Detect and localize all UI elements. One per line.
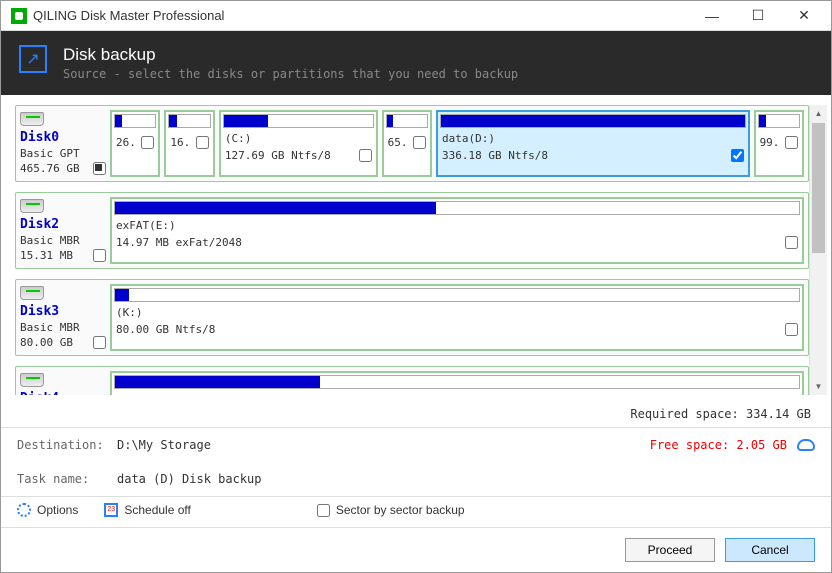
cloud-icon[interactable] — [797, 439, 815, 451]
partition-info: 99. — [760, 136, 780, 149]
partition-info: 16. — [170, 136, 190, 149]
task-name-row: Task name: data (D) Disk backup — [1, 462, 831, 496]
disk-name: Disk4 — [20, 391, 106, 395]
destination-row: Destination: D:\My Storage Free space: 2… — [1, 428, 831, 462]
partition[interactable]: 26. — [110, 110, 160, 177]
usage-bar — [758, 114, 800, 128]
partition[interactable]: 65. — [382, 110, 432, 177]
backup-icon: ↗ — [19, 45, 47, 73]
disk-icon — [20, 286, 44, 300]
required-value: 334.14 GB — [746, 407, 811, 421]
cancel-button[interactable]: Cancel — [725, 538, 815, 562]
destination-value[interactable]: D:\My Storage — [117, 438, 650, 452]
header: ↗ Disk backup Source - select the disks … — [1, 31, 831, 95]
required-label: Required space: — [630, 407, 746, 421]
partition-checkbox[interactable] — [785, 323, 798, 336]
partition[interactable]: data(D:) 336.18 GB Ntfs/8 — [436, 110, 750, 177]
disk-icon — [20, 373, 44, 387]
disk-checkbox[interactable] — [93, 336, 106, 349]
disk-block: Disk2 Basic MBR 15.31 MB exFAT(E:) 14.97… — [15, 192, 809, 269]
partition-info: 80.00 GB Ntfs/8 — [116, 323, 215, 336]
usage-bar — [114, 201, 800, 215]
disk-block: Disk4 — [15, 366, 809, 395]
disk-selection-area: Disk0 Basic GPT 465.76 GB 26. 16. (C:) 1… — [1, 95, 831, 405]
partition-label: exFAT(E:) — [112, 217, 802, 234]
disk-icon — [20, 112, 44, 126]
sector-checkbox-label[interactable]: Sector by sector backup — [317, 503, 465, 517]
disk-type: Basic MBR — [20, 321, 106, 334]
task-label: Task name: — [17, 472, 117, 486]
disk-name: Disk0 — [20, 130, 106, 145]
partition-label: (C:) — [221, 130, 376, 147]
usage-bar — [223, 114, 374, 128]
scroll-down-icon[interactable]: ▼ — [810, 378, 827, 395]
schedule-button[interactable]: Schedule off — [104, 503, 191, 517]
partition-checkbox[interactable] — [731, 149, 744, 162]
disk-checkbox[interactable] — [93, 162, 106, 175]
gear-icon — [17, 503, 31, 517]
disk-name: Disk3 — [20, 304, 106, 319]
usage-bar — [168, 114, 210, 128]
partition[interactable]: exFAT(E:) 14.97 MB exFat/2048 — [110, 197, 804, 264]
partition-label: (K:) — [112, 304, 802, 321]
usage-bar — [114, 375, 800, 389]
sector-checkbox[interactable] — [317, 504, 330, 517]
scrollbar-vertical[interactable]: ▲ ▼ — [809, 105, 827, 395]
page-subtitle: Source - select the disks or partitions … — [63, 67, 518, 81]
partition[interactable]: (K:) 80.00 GB Ntfs/8 — [110, 284, 804, 351]
disk-type: Basic GPT — [20, 147, 106, 160]
partition-label: data(D:) — [438, 130, 748, 147]
partition[interactable] — [110, 371, 804, 395]
minimize-button[interactable]: — — [689, 1, 735, 31]
footer: Proceed Cancel — [1, 527, 831, 572]
partition-info: 26. — [116, 136, 136, 149]
required-space-row: Required space: 334.14 GB — [1, 405, 831, 427]
usage-bar — [386, 114, 428, 128]
disk-checkbox[interactable] — [93, 249, 106, 262]
options-bar: Options Schedule off Sector by sector ba… — [1, 497, 831, 527]
partition-checkbox[interactable] — [413, 136, 426, 149]
partition-checkbox[interactable] — [785, 136, 798, 149]
free-space: Free space: 2.05 GB — [650, 438, 787, 452]
partition-info: 14.97 MB exFat/2048 — [116, 236, 242, 249]
scroll-thumb[interactable] — [812, 123, 825, 253]
close-button[interactable]: ✕ — [781, 1, 827, 31]
disk-size: 465.76 GB — [20, 162, 80, 175]
calendar-icon — [104, 503, 118, 517]
partition-checkbox[interactable] — [785, 236, 798, 249]
app-icon — [11, 8, 27, 24]
titlebar: QILING Disk Master Professional — ☐ ✕ — [1, 1, 831, 31]
scroll-up-icon[interactable]: ▲ — [810, 105, 827, 122]
disk-size: 80.00 GB — [20, 336, 73, 349]
usage-bar — [114, 288, 800, 302]
usage-bar — [440, 114, 746, 128]
disk-type: Basic MBR — [20, 234, 106, 247]
partition-info: 127.69 GB Ntfs/8 — [225, 149, 331, 162]
destination-label: Destination: — [17, 438, 117, 452]
page-title: Disk backup — [63, 45, 518, 65]
proceed-button[interactable]: Proceed — [625, 538, 715, 562]
usage-bar — [114, 114, 156, 128]
disk-name: Disk2 — [20, 217, 106, 232]
partition[interactable]: 16. — [164, 110, 214, 177]
disk-block: Disk0 Basic GPT 465.76 GB 26. 16. (C:) 1… — [15, 105, 809, 182]
disk-block: Disk3 Basic MBR 80.00 GB (K:) 80.00 GB N… — [15, 279, 809, 356]
task-value[interactable]: data (D) Disk backup — [117, 472, 815, 486]
maximize-button[interactable]: ☐ — [735, 1, 781, 31]
disk-icon — [20, 199, 44, 213]
partition-info: 65. — [388, 136, 408, 149]
partition[interactable]: 99. — [754, 110, 804, 177]
disk-size: 15.31 MB — [20, 249, 73, 262]
partition-checkbox[interactable] — [141, 136, 154, 149]
partition[interactable]: (C:) 127.69 GB Ntfs/8 — [219, 110, 378, 177]
options-button[interactable]: Options — [17, 503, 78, 517]
partition-checkbox[interactable] — [196, 136, 209, 149]
partition-info: 336.18 GB Ntfs/8 — [442, 149, 548, 162]
partition-checkbox[interactable] — [359, 149, 372, 162]
app-title: QILING Disk Master Professional — [33, 8, 689, 23]
